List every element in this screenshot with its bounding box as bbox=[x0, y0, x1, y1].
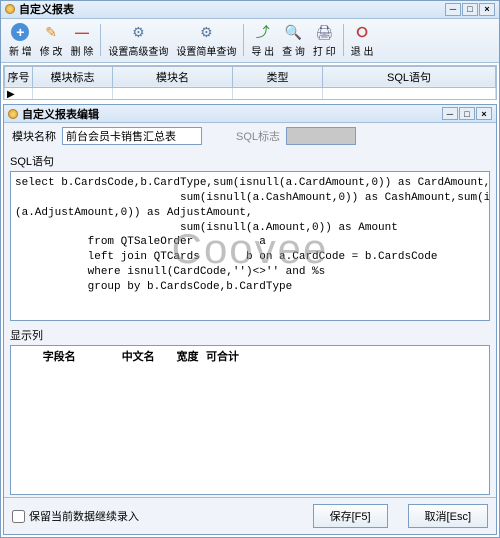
toolbar-separator bbox=[243, 24, 244, 56]
save-button[interactable]: 保存[F5] bbox=[313, 504, 388, 528]
minimize-button[interactable]: ─ bbox=[445, 3, 461, 16]
pencil-icon: ✎ bbox=[41, 22, 61, 42]
col-type[interactable]: 类型 bbox=[233, 66, 323, 87]
gear-icon: ⚙ bbox=[128, 22, 148, 42]
col-module-key[interactable]: 模块标志 bbox=[33, 66, 113, 87]
delete-button[interactable]: — 删 除 bbox=[67, 20, 98, 60]
report-list-grid[interactable]: 序号 模块标志 模块名 类型 SQL语句 ▶ bbox=[3, 65, 497, 100]
keep-data-check-input[interactable] bbox=[12, 510, 25, 523]
editor-min-button[interactable]: ─ bbox=[442, 107, 458, 120]
search-icon: 🔍 bbox=[284, 22, 304, 42]
simple-query-button[interactable]: ⚙ 设置简单查询 bbox=[172, 20, 240, 60]
main-toolbar: + 新 增 ✎ 修 改 — 删 除 ⚙ 设置高级查询 ⚙ 设置简单查询 ⤴ 导 … bbox=[1, 19, 499, 63]
toolbar-separator bbox=[100, 24, 101, 56]
col-module-name[interactable]: 模块名 bbox=[113, 66, 233, 87]
power-icon: ⭘ bbox=[352, 22, 372, 42]
window-title: 自定义报表 bbox=[19, 1, 74, 17]
cancel-button[interactable]: 取消[Esc] bbox=[408, 504, 488, 528]
maximize-button[interactable]: □ bbox=[462, 3, 478, 16]
app-icon bbox=[8, 109, 18, 119]
exit-button[interactable]: ⭘ 退 出 bbox=[347, 20, 378, 60]
new-button[interactable]: + 新 增 bbox=[5, 20, 36, 60]
editor-title: 自定义报表编辑 bbox=[22, 106, 99, 122]
toolbar-separator bbox=[343, 24, 344, 56]
col-cn[interactable]: 中文名 bbox=[107, 348, 169, 364]
editor-max-button[interactable]: □ bbox=[459, 107, 475, 120]
keep-data-checkbox[interactable]: 保留当前数据继续录入 bbox=[12, 508, 139, 524]
editor-panel: 自定义报表编辑 ─ □ × 模块名称 SQL标志 SQL语句 select b.… bbox=[3, 104, 497, 535]
app-icon bbox=[5, 4, 15, 14]
export-icon: ⤴ bbox=[253, 22, 273, 42]
col-sum[interactable]: 可合计 bbox=[206, 348, 239, 364]
editor-close-button[interactable]: × bbox=[476, 107, 492, 120]
col-seq[interactable]: 序号 bbox=[5, 66, 33, 87]
main-titlebar: 自定义报表 ─ □ × bbox=[1, 1, 499, 19]
sql-mark-input[interactable] bbox=[286, 127, 356, 145]
col-field[interactable]: 字段名 bbox=[13, 348, 105, 364]
module-name-label: 模块名称 bbox=[12, 128, 56, 144]
query-button[interactable]: 🔍 查 询 bbox=[278, 20, 309, 60]
close-button[interactable]: × bbox=[479, 3, 495, 16]
col-width[interactable]: 宽度 bbox=[171, 348, 204, 364]
keep-data-label: 保留当前数据继续录入 bbox=[29, 508, 139, 524]
sql-section-label: SQL语句 bbox=[10, 151, 490, 171]
table-row[interactable]: ▶ bbox=[5, 87, 496, 100]
gear-icon: ⚙ bbox=[196, 22, 216, 42]
module-name-input[interactable] bbox=[62, 127, 202, 145]
advanced-query-button[interactable]: ⚙ 设置高级查询 bbox=[104, 20, 172, 60]
row-pointer-icon: ▶ bbox=[5, 87, 33, 100]
editor-titlebar: 自定义报表编辑 ─ □ × bbox=[4, 105, 496, 123]
printer-icon: 🖨 bbox=[314, 22, 334, 42]
sql-textarea[interactable]: select b.CardsCode,b.CardType,sum(isnull… bbox=[10, 171, 490, 321]
minus-icon: — bbox=[72, 22, 92, 42]
edit-button[interactable]: ✎ 修 改 bbox=[36, 20, 67, 60]
export-button[interactable]: ⤴ 导 出 bbox=[247, 20, 278, 60]
columns-section-label: 显示列 bbox=[10, 325, 490, 345]
columns-grid[interactable]: 字段名 中文名 宽度 可合计 bbox=[10, 345, 490, 495]
print-button[interactable]: 🖨 打 印 bbox=[309, 20, 340, 60]
sql-mark-label: SQL标志 bbox=[236, 128, 280, 144]
col-sql[interactable]: SQL语句 bbox=[323, 66, 496, 87]
plus-icon: + bbox=[10, 22, 30, 42]
